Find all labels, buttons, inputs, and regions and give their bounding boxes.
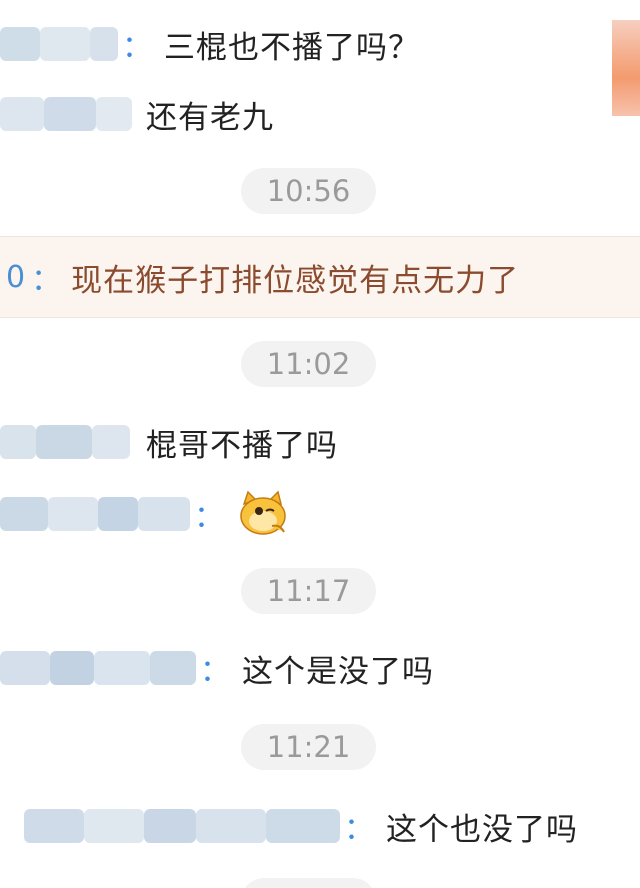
message-colon: ： <box>200 654 230 689</box>
message-colon: ： <box>344 812 374 847</box>
message-text: 这个也没了吗 <box>386 811 578 848</box>
message-text: 三棍也不播了吗？ <box>164 29 420 66</box>
chat-message: ： <box>0 482 290 546</box>
chat-message: ： 这个也没了吗 <box>0 794 578 858</box>
message-text: 现在猴子打排位感觉有点无力了 <box>71 262 520 299</box>
timestamp-partial <box>241 878 376 888</box>
chat-message: ： 这个是没了吗 <box>0 636 434 700</box>
timestamp: 11:02 <box>241 341 376 387</box>
username[interactable] <box>0 651 196 685</box>
username[interactable] <box>0 27 118 61</box>
timestamp: 11:17 <box>241 568 376 614</box>
message-colon: ： <box>122 30 152 65</box>
username[interactable] <box>0 497 190 531</box>
chat-message: 还有老九 <box>0 82 274 146</box>
chat-message: ： 三棍也不播了吗？ <box>0 12 420 76</box>
timestamp: 11:21 <box>241 724 376 770</box>
message-text: 棍哥不播了吗 <box>146 427 338 464</box>
username[interactable] <box>0 97 132 131</box>
username[interactable] <box>0 425 130 459</box>
message-colon: ： <box>31 263 62 298</box>
message-colon: ： <box>194 500 224 535</box>
highlighted-message: 0 ： 现在猴子打排位感觉有点无力了 <box>0 236 640 318</box>
avatar[interactable] <box>612 20 640 116</box>
chat-list: ： 三棍也不播了吗？ 还有老九 10:56 0 ： 现在猴子打排位感觉有点无力了… <box>0 0 640 888</box>
chat-message: 棍哥不播了吗 <box>0 410 338 474</box>
username[interactable] <box>24 809 340 843</box>
timestamp: 10:56 <box>241 168 376 214</box>
cat-sticker-icon <box>236 490 290 538</box>
message-text: 还有老九 <box>146 99 274 136</box>
username[interactable]: 0 <box>6 260 25 295</box>
message-text: 这个是没了吗 <box>242 653 434 690</box>
